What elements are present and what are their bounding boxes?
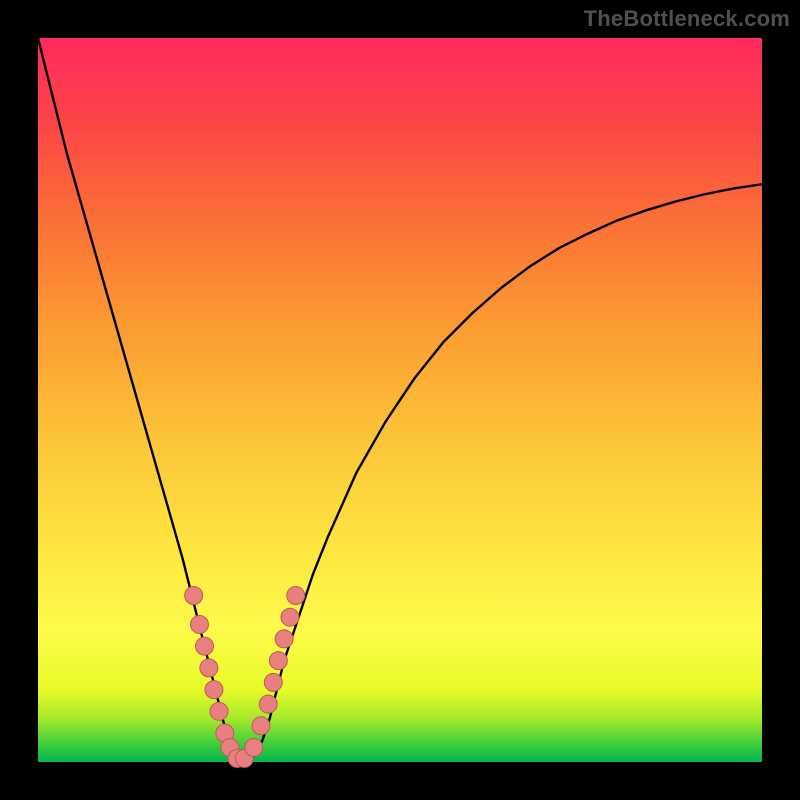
marker-dot xyxy=(269,652,287,670)
plot-area xyxy=(38,38,762,762)
marker-dot xyxy=(259,695,277,713)
marker-dot xyxy=(245,739,263,757)
marker-dot xyxy=(210,702,228,720)
marker-dot xyxy=(185,586,203,604)
marker-dot xyxy=(287,586,305,604)
marker-dot xyxy=(200,659,218,677)
marker-dot xyxy=(281,608,299,626)
chart-frame: TheBottleneck.com xyxy=(0,0,800,800)
watermark-text: TheBottleneck.com xyxy=(584,6,790,32)
marker-dot xyxy=(190,615,208,633)
curve-layer xyxy=(38,38,762,762)
marker-dot xyxy=(275,630,293,648)
bottleneck-curve xyxy=(38,38,762,762)
marker-dot xyxy=(264,673,282,691)
marker-dot xyxy=(252,717,270,735)
marker-dot xyxy=(205,681,223,699)
marker-group xyxy=(185,586,305,767)
marker-dot xyxy=(196,637,214,655)
